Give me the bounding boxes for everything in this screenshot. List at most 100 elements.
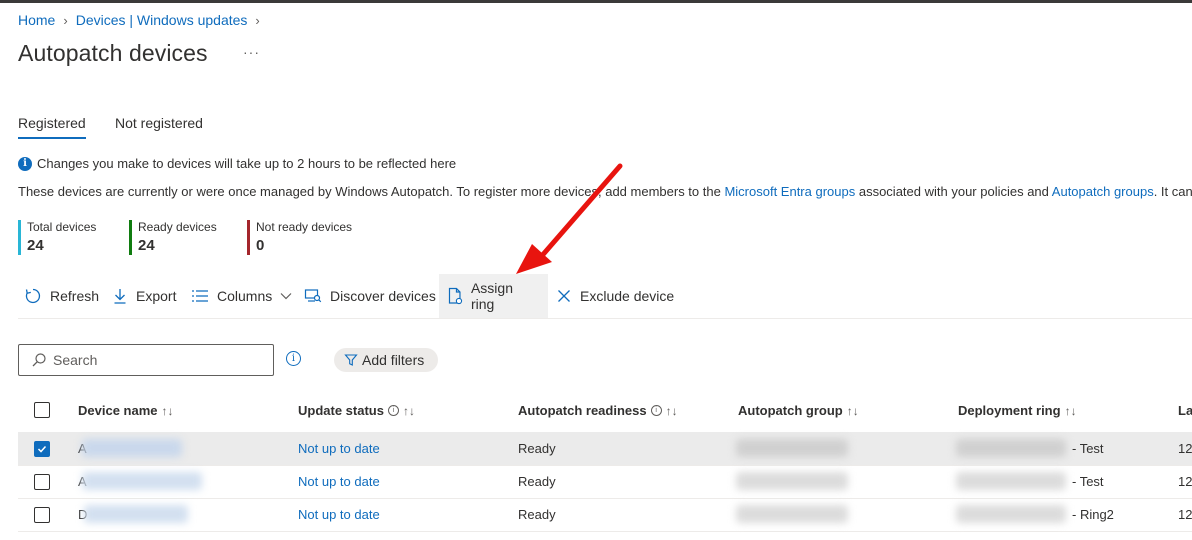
sort-icon: ↑↓ [402,403,415,418]
column-header-device-name[interactable]: Device name ↑↓ [78,403,174,418]
table-row[interactable]: A Not up to date Ready - Test 12 [18,465,1192,499]
column-header-last[interactable]: La [1178,403,1192,418]
column-header-autopatch-group[interactable]: Autopatch group ↑↓ [738,403,859,418]
table-row[interactable]: A Not up to date Ready - Test 12 [18,432,1192,466]
add-filters-label: Add filters [362,352,425,368]
redacted-device-name [84,505,188,523]
description-text: These devices are currently or were once… [18,184,1192,199]
sort-icon: ↑↓ [1064,403,1077,418]
chevron-right-icon: › [255,12,260,28]
discover-devices-button[interactable]: Discover devices [304,274,436,318]
row-checkbox[interactable] [34,441,50,457]
assign-ring-icon [448,287,463,305]
readiness-cell: Ready [518,507,556,522]
readiness-cell: Ready [518,474,556,489]
redacted-autopatch-group [736,505,848,523]
update-status-cell[interactable]: Not up to date [298,507,380,522]
select-all-checkbox[interactable] [34,402,50,418]
refresh-label: Refresh [50,288,100,304]
readiness-cell: Ready [518,441,556,456]
columns-label: Columns [217,288,273,304]
filter-icon [344,354,358,366]
row-checkbox[interactable] [34,474,50,490]
redacted-device-name [82,439,182,457]
top-bar [0,0,1192,3]
discover-devices-icon [304,289,322,303]
stat-bar [18,220,21,255]
description-part2: associated with your policies and [855,184,1052,199]
stat-value: 0 [256,237,265,254]
search-info-icon[interactable]: i [286,351,301,366]
chevron-right-icon: › [63,12,68,28]
stat-ready-devices: Ready devices 24 [129,220,217,255]
breadcrumb-home[interactable]: Home [18,12,55,28]
toolbar-divider [18,318,1192,319]
tab-registered[interactable]: Registered [18,115,86,139]
update-status-cell[interactable]: Not up to date [298,474,380,489]
sort-icon: ↑↓ [846,403,859,418]
tab-not-registered[interactable]: Not registered [115,115,203,137]
stat-label: Ready devices [138,220,217,234]
sort-icon: ↑↓ [161,403,174,418]
more-options-icon[interactable]: ··· [243,44,260,60]
sort-icon: ↑↓ [665,403,678,418]
search-icon [32,353,46,367]
column-header-deployment-ring[interactable]: Deployment ring ↑↓ [958,403,1077,418]
stat-bar [247,220,250,255]
assign-ring-label: Assign ring [470,280,513,312]
refresh-icon [25,288,41,304]
header-label: Deployment ring [958,403,1061,418]
assign-ring-button[interactable]: Assign ring [439,274,548,318]
entra-groups-link[interactable]: Microsoft Entra groups [724,184,855,199]
export-button[interactable]: Export [112,274,176,318]
columns-icon [192,290,208,302]
header-label: La [1178,403,1192,418]
update-status-cell[interactable]: Not up to date [298,441,380,456]
header-label: Autopatch group [738,403,843,418]
exclude-device-button[interactable]: Exclude device [556,274,674,318]
add-filters-button[interactable]: Add filters [334,348,439,372]
exclude-device-label: Exclude device [580,288,675,304]
redacted-deployment-ring [956,439,1066,457]
column-header-autopatch-readiness[interactable]: Autopatch readiness i ↑↓ [518,403,678,418]
breadcrumb: Home › Devices | Windows updates › [18,12,268,28]
autopatch-groups-link[interactable]: Autopatch groups [1052,184,1154,199]
breadcrumb-devices[interactable]: Devices | Windows updates [76,12,248,28]
deployment-ring-cell: - Test [1072,441,1104,456]
last-cell: 12 [1178,441,1192,456]
redacted-deployment-ring [956,505,1066,523]
column-header-update-status[interactable]: Update status i ↑↓ [298,403,415,418]
stat-value: 24 [138,237,155,254]
close-icon [558,290,570,302]
deployment-ring-cell: - Test [1072,474,1104,489]
description-part3: . It can t [1153,184,1192,199]
info-icon: i [18,156,32,171]
info-icon: i [650,405,662,416]
redacted-deployment-ring [956,472,1066,490]
stat-label: Total devices [27,220,97,234]
discover-devices-label: Discover devices [330,288,436,304]
description-part1: These devices are currently or were once… [18,184,725,199]
redacted-device-name [82,472,202,490]
row-checkbox[interactable] [34,507,50,523]
info-banner: i Changes you make to devices will take … [18,156,456,171]
refresh-button[interactable]: Refresh [24,274,99,318]
stat-not-ready-devices: Not ready devices 0 [247,220,352,255]
deployment-ring-cell: - Ring2 [1072,507,1114,522]
stat-value: 24 [27,237,44,254]
stat-label: Not ready devices [256,220,353,234]
info-icon: i [387,405,399,416]
download-icon [114,289,126,304]
header-label: Update status [298,403,384,418]
info-text: Changes you make to devices will take up… [37,156,457,171]
header-label: Autopatch readiness [518,403,647,418]
stat-total-devices: Total devices 24 [18,220,96,255]
last-cell: 12 [1178,507,1192,522]
export-label: Export [136,288,177,304]
table-row[interactable]: D Not up to date Ready - Ring2 12 [18,498,1192,532]
chevron-down-icon [280,293,292,300]
redacted-autopatch-group [736,472,848,490]
page-title: Autopatch devices [18,40,208,66]
columns-button[interactable]: Columns [191,274,292,318]
search-input[interactable]: Search [18,344,274,376]
